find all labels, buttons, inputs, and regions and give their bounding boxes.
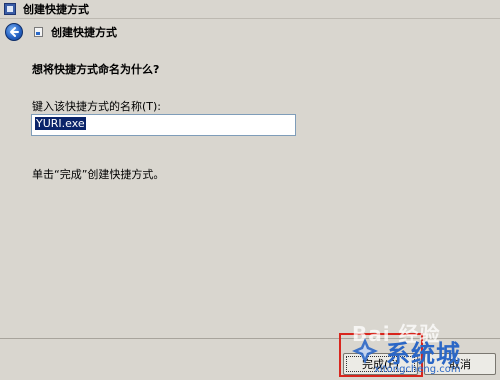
shortcut-name-input[interactable]: YURI.exe (31, 114, 296, 136)
cancel-button[interactable]: 取消 (424, 353, 496, 375)
shortcut-name-value: YURI.exe (35, 117, 86, 130)
back-arrow-icon (10, 26, 19, 37)
finish-button[interactable]: 完成(F) (343, 353, 418, 375)
page-question: 想将快捷方式命名为什么? (32, 63, 160, 76)
wizard-title: 创建快捷方式 (51, 25, 117, 39)
finish-hint: 单击“完成”创建快捷方式。 (32, 168, 165, 181)
window-title: 创建快捷方式 (23, 3, 89, 16)
wizard-header: 创建快捷方式 (0, 19, 500, 44)
shortcut-icon (34, 26, 43, 37)
window-icon (4, 3, 16, 15)
title-bar: 创建快捷方式 (0, 0, 500, 19)
wizard-content: 想将快捷方式命名为什么? 键入该快捷方式的名称(T): YURI.exe 单击“… (0, 44, 500, 338)
name-field-label: 键入该快捷方式的名称(T): (32, 100, 162, 113)
back-button[interactable] (5, 22, 23, 41)
create-shortcut-window: 创建快捷方式 创建快捷方式 想将快捷方式命名为什么? 键入该快捷方式的名称(T)… (0, 0, 500, 380)
button-bar: 完成(F) 取消 (0, 338, 500, 380)
